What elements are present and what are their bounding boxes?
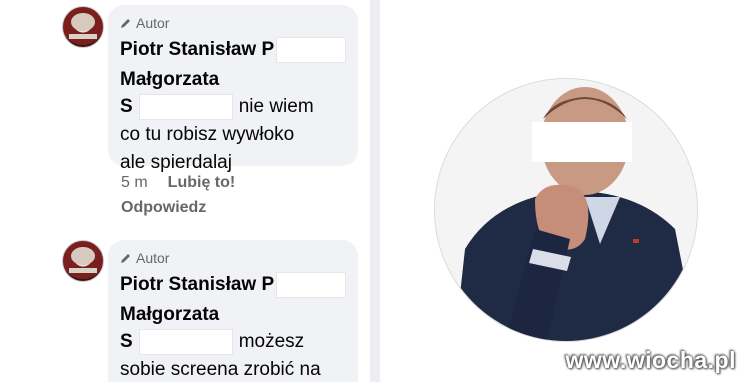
face-redaction-bar: [532, 122, 632, 162]
commenter-name[interactable]: Piotr Stanisław P: [120, 272, 346, 298]
redacted-mention: [138, 94, 233, 120]
commenter-avatar[interactable]: [62, 6, 104, 48]
redacted-surname: [276, 37, 346, 63]
commenter-name-text[interactable]: Piotr Stanisław P: [120, 272, 274, 298]
comments-panel: Autor Piotr Stanisław P Małgorzata S nie…: [0, 0, 370, 382]
reply-button[interactable]: Odpowiedz: [121, 199, 206, 217]
mention-initial[interactable]: S: [120, 328, 133, 356]
portrait-illustration: [435, 79, 697, 341]
pencil-icon: [121, 254, 130, 263]
site-watermark: www.wiocha.pl: [565, 347, 736, 373]
author-badge: Autor: [120, 250, 346, 266]
comment-bubble: Autor Piotr Stanisław P Małgorzata S moż…: [108, 240, 358, 382]
comment-timestamp[interactable]: 5 m: [121, 174, 148, 192]
comment-text-line-2: sobie screena zrobić na: [120, 359, 321, 380]
redacted-surname: [276, 272, 346, 298]
mentioned-name[interactable]: Małgorzata: [120, 302, 346, 328]
mentioned-name[interactable]: Małgorzata: [120, 67, 346, 93]
author-badge-label: Autor: [136, 15, 170, 31]
like-button[interactable]: Lubię to!: [168, 174, 236, 192]
author-badge: Autor: [120, 15, 346, 31]
profile-photo-panel: www.wiocha.pl: [380, 0, 750, 382]
comment-text-fragment: nie wiem: [238, 96, 314, 117]
commenter-name-text[interactable]: Piotr Stanisław P: [120, 37, 274, 63]
author-badge-label: Autor: [136, 250, 170, 266]
profile-photo[interactable]: [434, 78, 698, 342]
comment-text-fragment: możesz: [238, 331, 305, 352]
comment-bubble: Autor Piotr Stanisław P Małgorzata S nie…: [108, 5, 358, 173]
comment-text-line-1: S nie wiem: [120, 93, 346, 121]
panel-divider: [370, 0, 380, 382]
mention-initial[interactable]: S: [120, 93, 133, 121]
commenter-name[interactable]: Piotr Stanisław P: [120, 37, 346, 63]
commenter-avatar[interactable]: [62, 240, 104, 282]
comment-text-line-3: ale spierdalaj: [120, 152, 232, 173]
pencil-icon: [121, 19, 130, 28]
comment-meta: 5 m Lubię to!: [121, 174, 235, 192]
redacted-mention: [138, 329, 233, 355]
avatar-face: [71, 247, 95, 265]
mentioned-first-name[interactable]: Małgorzata: [120, 302, 219, 328]
avatar-caption-strip: [69, 34, 97, 39]
comment-text-line-1: S możesz: [120, 328, 346, 356]
avatar-caption-strip: [69, 268, 97, 273]
comment-text-line-2: co tu robisz wywłoko: [120, 124, 295, 145]
avatar-face: [71, 13, 95, 31]
mentioned-first-name[interactable]: Małgorzata: [120, 67, 219, 93]
